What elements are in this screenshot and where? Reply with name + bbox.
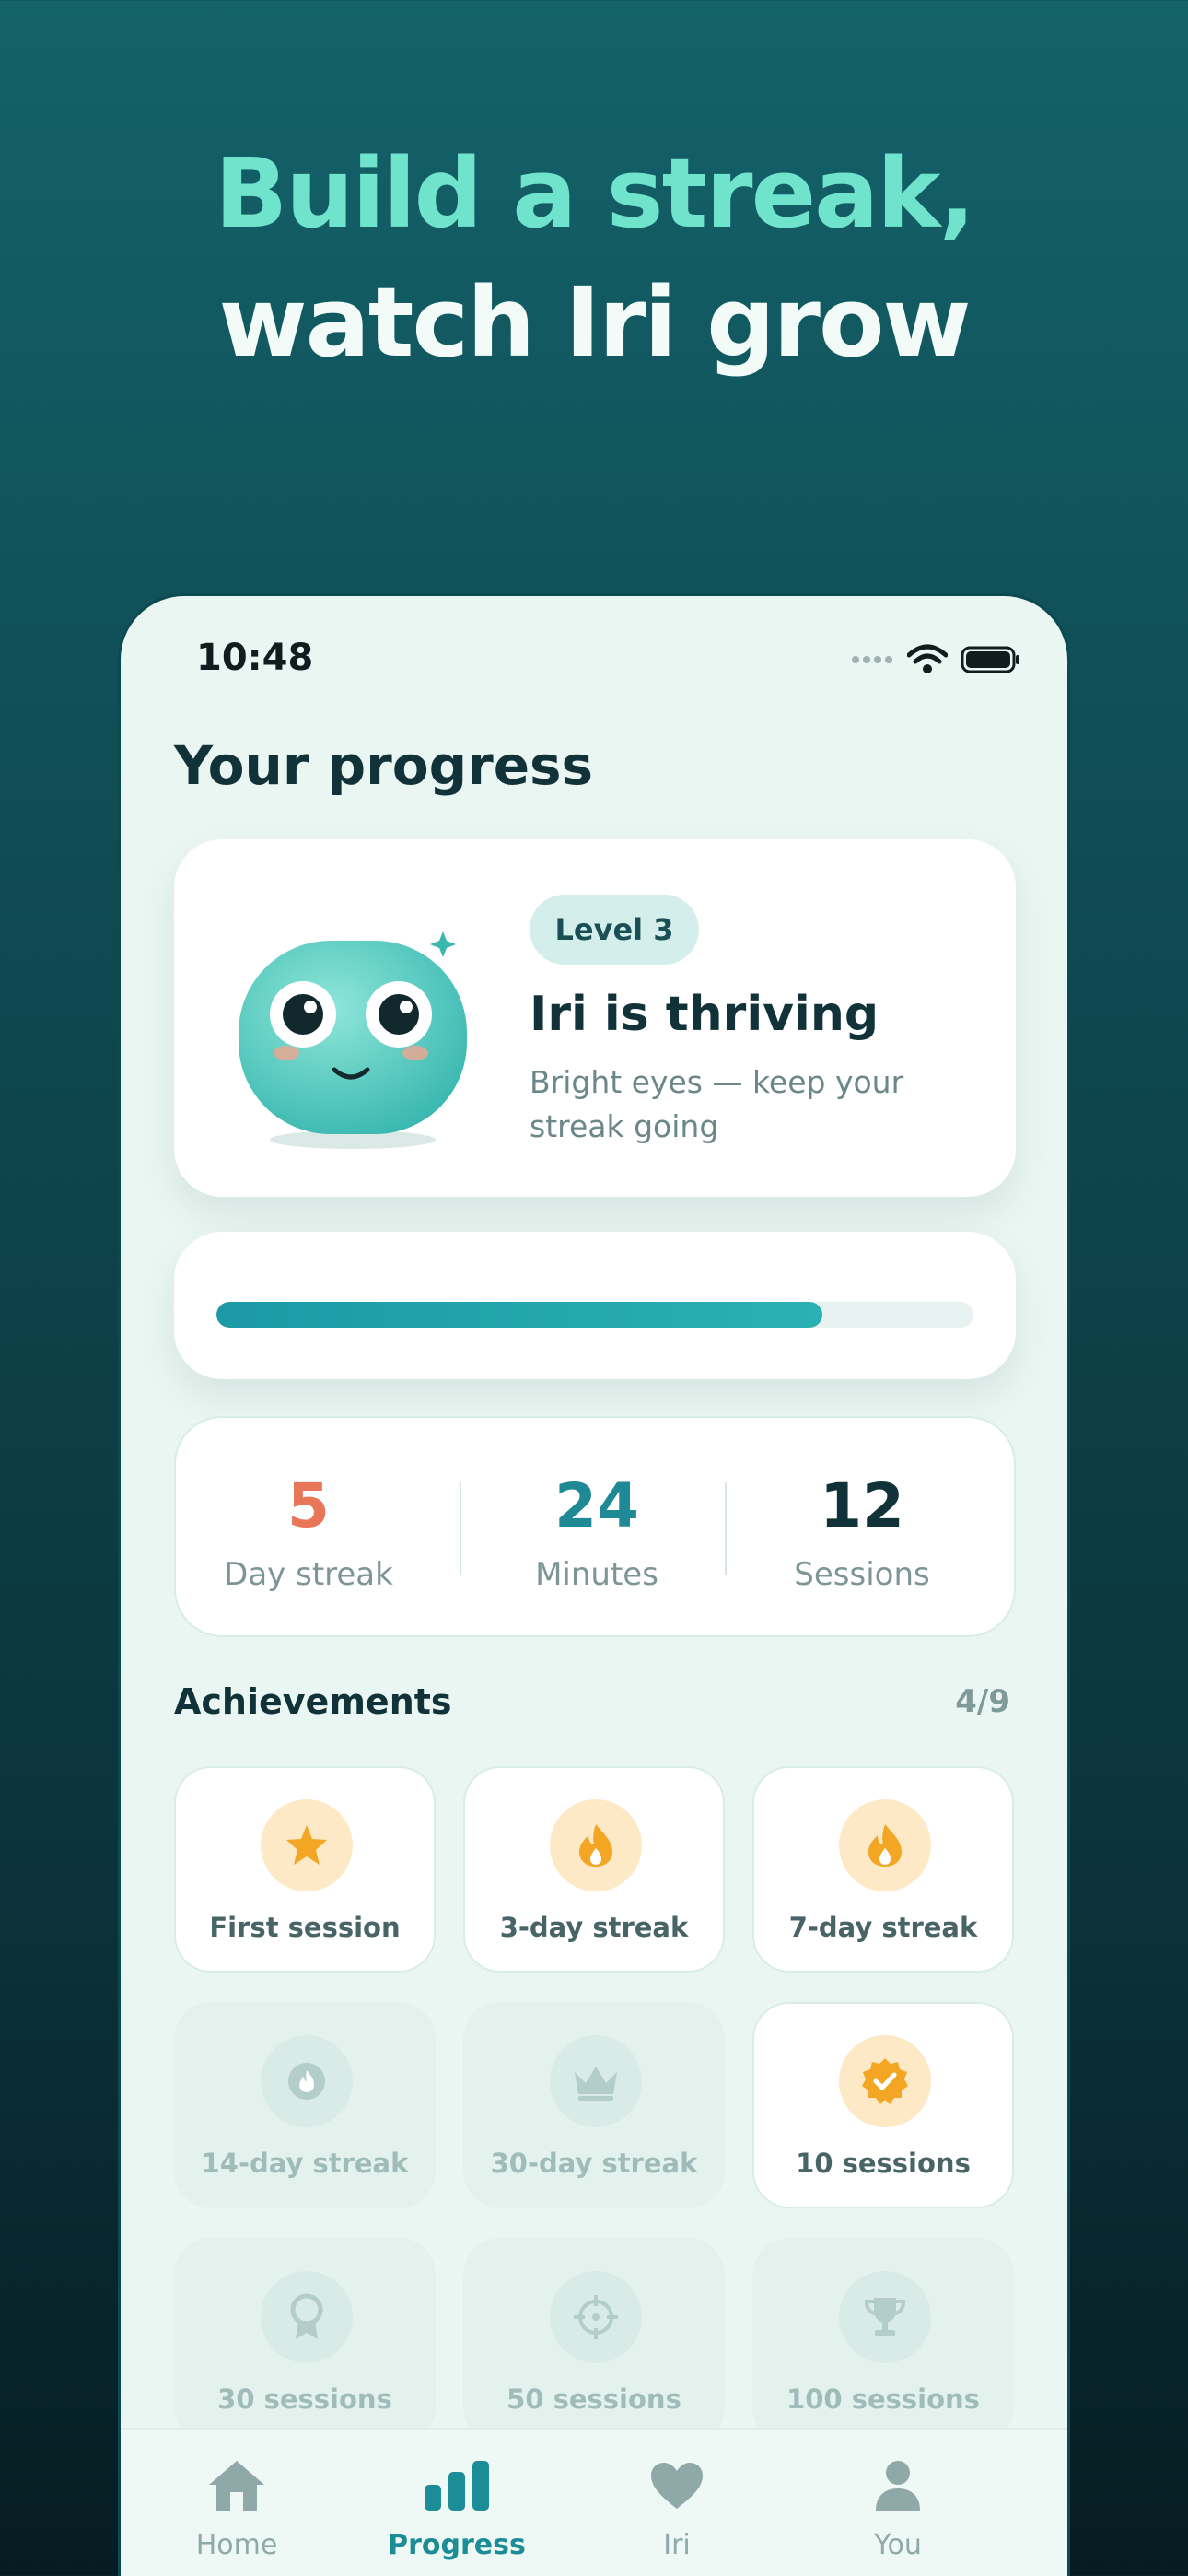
stat-label: Minutes — [535, 1556, 658, 1593]
achievement-30-day-streak[interactable]: 30-day streak — [463, 2002, 725, 2208]
achievements-count: 4/9 — [955, 1683, 1010, 1720]
stat-value: 24 — [554, 1470, 639, 1541]
stat-divider — [725, 1482, 727, 1575]
level-badge: Level 3 — [530, 895, 699, 965]
badge-check-icon — [862, 2058, 908, 2104]
status-time: 10:48 — [196, 637, 314, 679]
achievement-label: 10 sessions — [796, 2148, 971, 2179]
marketing-headline: Build a streak, watch Iri grow — [0, 129, 1188, 387]
heart-icon — [651, 2463, 703, 2509]
bottom-tab-bar: Home Progress Iri You — [121, 2428, 1067, 2576]
achievement-10-sessions[interactable]: 10 sessions — [752, 2002, 1014, 2208]
achievement-icon-badge — [550, 2035, 642, 2127]
level-progress-card — [174, 1232, 1016, 1379]
achievement-label: 30 sessions — [217, 2383, 392, 2415]
target-icon — [574, 2295, 618, 2339]
achievement-icon-badge — [550, 2271, 642, 2363]
tab-label: Iri — [663, 2529, 691, 2561]
flame-icon — [288, 2063, 325, 2100]
home-icon — [209, 2461, 264, 2511]
achievement-icon-badge — [839, 1799, 931, 1891]
mascot-status-subtitle: Bright eyes — keep your streak going — [530, 1064, 904, 1144]
achievement-label: First session — [209, 1912, 401, 1943]
flame-icon — [868, 1824, 902, 1867]
tab-label: You — [874, 2529, 922, 2561]
person-icon — [876, 2461, 920, 2511]
achievement-label: 30-day streak — [490, 2148, 698, 2179]
crown-icon — [575, 2067, 617, 2101]
phone-screen: 10:48 Your progress Level 3 Iri is thriv… — [118, 593, 1070, 2576]
stat-day-streak: 5 Day streak — [176, 1469, 441, 1593]
tab-label: Home — [195, 2529, 278, 2561]
stats-card: 5 Day streak 24 Minutes 12 Sessions — [174, 1416, 1016, 1637]
tab-home[interactable]: Home — [163, 2453, 310, 2561]
achievement-label: 3-day streak — [499, 1912, 689, 1943]
stat-sessions: 12 Sessions — [729, 1469, 995, 1593]
achievements-heading: Achievements — [174, 1681, 452, 1722]
status-bar: 10:48 — [121, 637, 1067, 692]
achievement-7-day-streak[interactable]: 7-day streak — [752, 1766, 1014, 1973]
achievement-first-session[interactable]: First session — [174, 1766, 436, 1973]
bar-chart-icon — [425, 2461, 489, 2511]
stat-label: Day streak — [224, 1556, 393, 1593]
achievement-label: 7-day streak — [788, 1912, 978, 1943]
cellular-signal-icon — [852, 656, 894, 663]
mascot-status-title: Iri is thriving — [530, 987, 879, 1042]
achievement-label: 14-day streak — [201, 2148, 409, 2179]
achievement-label: 100 sessions — [786, 2383, 980, 2415]
achievement-100-sessions[interactable]: 100 sessions — [752, 2238, 1014, 2444]
page-title: Your progress — [174, 734, 594, 797]
tab-iri[interactable]: Iri — [603, 2453, 751, 2561]
iri-mascot-icon — [239, 931, 467, 1149]
star-icon — [286, 1825, 327, 1865]
battery-icon — [961, 646, 1019, 673]
flame-icon — [579, 1824, 612, 1867]
tab-you[interactable]: You — [824, 2453, 972, 2561]
tab-label: Progress — [388, 2529, 526, 2561]
status-icons — [852, 644, 1021, 675]
stat-value: 5 — [287, 1470, 330, 1541]
mascot-status-card: Level 3 Iri is thriving Bright eyes — ke… — [174, 839, 1016, 1197]
headline-line-1: Build a streak, — [215, 137, 975, 250]
achievement-icon-badge — [261, 2035, 353, 2127]
achievement-14-day-streak[interactable]: 14-day streak — [174, 2002, 436, 2208]
stat-value: 12 — [820, 1470, 904, 1541]
tab-progress[interactable]: Progress — [383, 2453, 530, 2561]
achievement-30-sessions[interactable]: 30 sessions — [174, 2238, 436, 2444]
level-progress-fill — [216, 1302, 822, 1328]
ribbon-icon — [290, 2293, 323, 2339]
achievement-3-day-streak[interactable]: 3-day streak — [463, 1766, 725, 1973]
stat-minutes: 24 Minutes — [464, 1469, 729, 1593]
achievement-icon-badge — [261, 1799, 353, 1891]
wifi-icon — [907, 644, 948, 673]
achievement-icon-badge — [839, 2271, 931, 2363]
achievement-icon-badge — [550, 1799, 642, 1891]
level-progress-track — [216, 1302, 973, 1328]
achievement-50-sessions[interactable]: 50 sessions — [463, 2238, 725, 2444]
stat-label: Sessions — [794, 1556, 930, 1593]
stat-divider — [460, 1482, 461, 1575]
achievement-icon-badge — [839, 2035, 931, 2127]
achievement-label: 50 sessions — [507, 2383, 681, 2415]
headline-line-2: watch Iri grow — [218, 266, 972, 379]
achievement-icon-badge — [261, 2271, 353, 2363]
trophy-icon — [864, 2298, 906, 2336]
